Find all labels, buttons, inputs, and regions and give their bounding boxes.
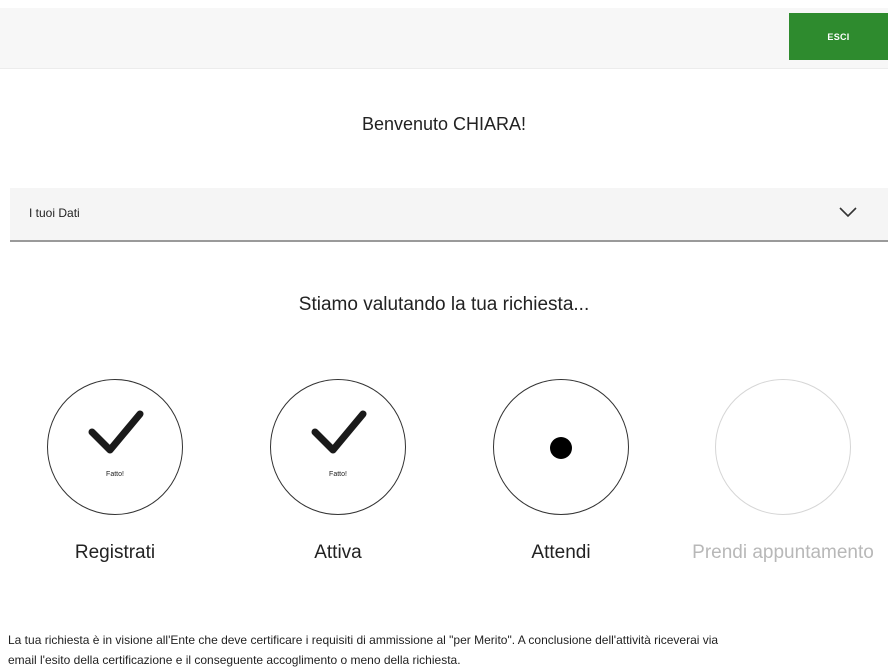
chevron-down-icon[interactable]	[838, 204, 858, 220]
accordion-label: I tuoi Dati	[29, 206, 80, 220]
step-prendi-appuntamento-circle	[715, 379, 851, 515]
info-message: La tua richiesta è in visione all'Ente c…	[8, 630, 888, 670]
step-registrati-circle: Fatto!	[47, 379, 183, 515]
step-prendi-appuntamento-label: Prendi appuntamento	[692, 542, 874, 563]
dot-icon	[550, 437, 572, 459]
info-line-2: email l'esito della certificazione e il …	[8, 653, 461, 667]
welcome-title: Benvenuto CHIARA!	[361, 114, 527, 134]
step-done-text: Fatto!	[106, 471, 124, 478]
status-heading: Stiamo valutando la tua richiesta...	[298, 294, 590, 315]
step-done-text: Fatto!	[329, 471, 347, 478]
checkmark-icon	[88, 410, 144, 454]
checkmark-icon	[311, 410, 367, 454]
step-attiva-circle: Fatto!	[270, 379, 406, 515]
step-attiva-label: Attiva	[314, 542, 362, 563]
step-registrati-label: Registrati	[74, 542, 156, 563]
step-attendi-label: Attendi	[531, 542, 591, 563]
info-line-1: La tua richiesta è in visione all'Ente c…	[8, 633, 719, 647]
exit-button[interactable]: ESCI	[789, 13, 888, 60]
your-data-accordion[interactable]: I tuoi Dati	[10, 188, 888, 242]
top-bar	[0, 8, 888, 69]
step-attendi-circle	[493, 379, 629, 515]
